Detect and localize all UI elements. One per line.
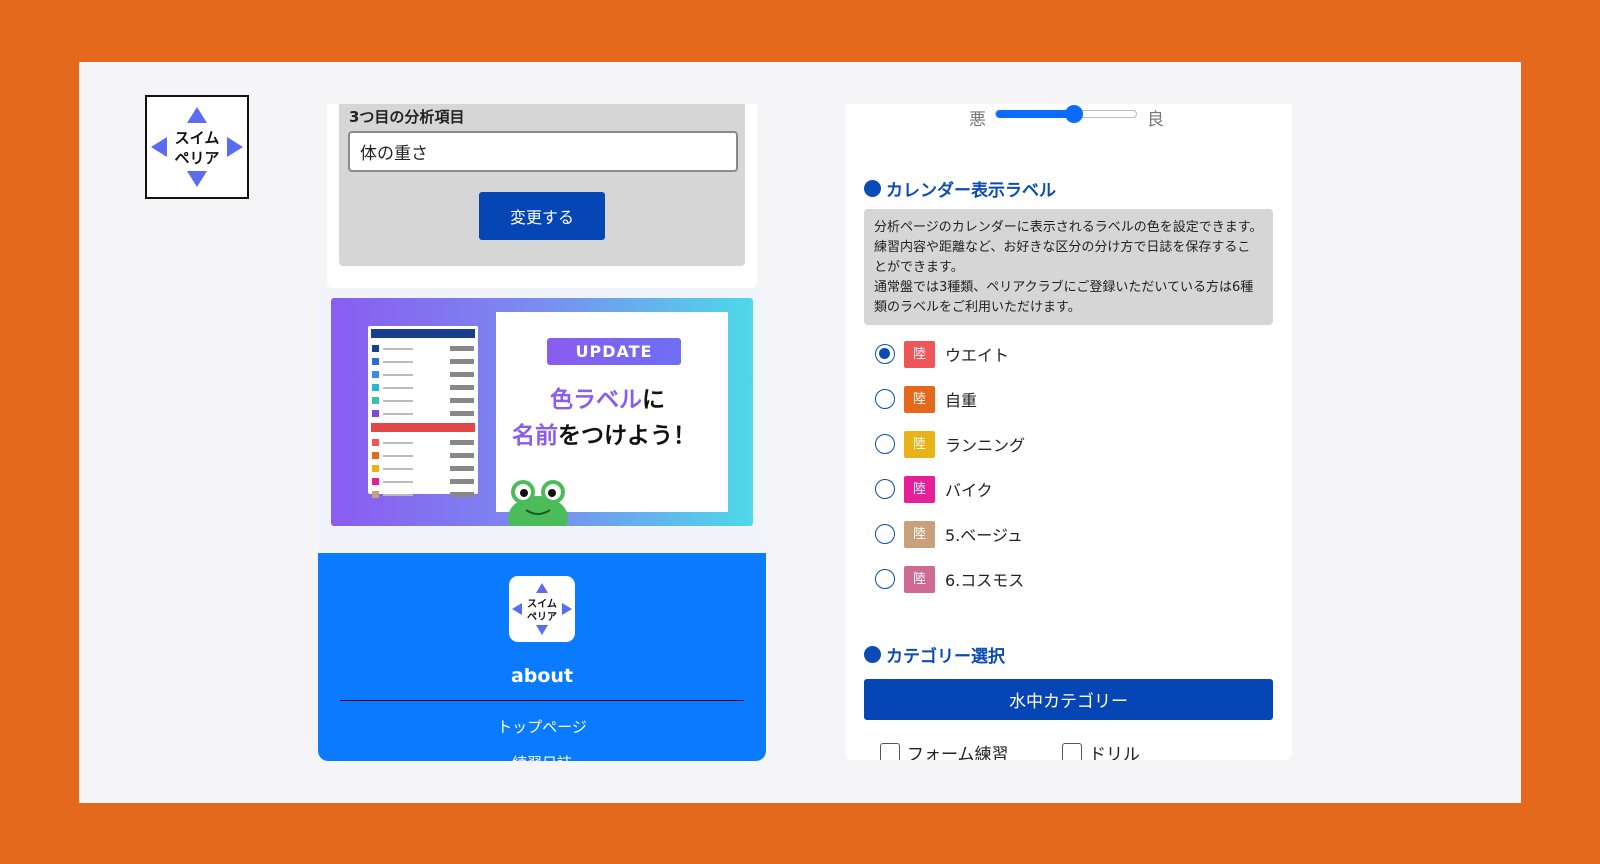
- checkbox-form-practice[interactable]: フォーム練習: [880, 740, 1009, 760]
- banner-label-list-image: [368, 326, 478, 498]
- frog-mascot-icon: [508, 480, 568, 526]
- label-name: ランニング: [945, 436, 1026, 455]
- banner-headline-1: 色ラベルに: [550, 387, 665, 413]
- change-button[interactable]: 変更する: [479, 192, 605, 240]
- footer-link-practice-log[interactable]: 練習日誌: [318, 752, 766, 761]
- settings-right-card: 悪 良 カレンダー表示ラベル 分析ページのカレンダーに表示されるラベルの色を設定…: [845, 104, 1292, 760]
- analysis-item-input[interactable]: [348, 131, 738, 172]
- footer-link-top-page[interactable]: トップページ: [318, 716, 766, 737]
- banner-area: UPDATE 色ラベルに 名前をつけよう！: [318, 288, 766, 553]
- calendar-label-description: 分析ページのカレンダーに表示されるラベルの色を設定できます。練習内容や距離など、…: [864, 209, 1273, 325]
- label-radio[interactable]: [875, 524, 895, 544]
- label-radio[interactable]: [875, 569, 895, 589]
- checkbox-drill[interactable]: ドリル: [1062, 740, 1140, 760]
- slider-good-label: 良: [1147, 110, 1164, 130]
- svg-text:スイム: スイム: [527, 598, 557, 610]
- bullet-dot-icon: [864, 646, 881, 663]
- slider-thumb[interactable]: [1065, 105, 1084, 123]
- site-footer: スイム ペリア about トップページ 練習日誌: [318, 553, 766, 761]
- checkbox-box[interactable]: [880, 742, 900, 760]
- page-frame: スイム ペリア 3つ目の分析項目 変更する: [79, 62, 1521, 803]
- label-name: バイク: [945, 481, 993, 500]
- label-color-chip: 陸: [904, 430, 935, 458]
- calendar-label-option[interactable]: 陸自重: [875, 384, 977, 414]
- category-heading: カテゴリー選択: [864, 642, 1005, 667]
- label-radio[interactable]: [875, 479, 895, 499]
- site-logo[interactable]: スイム ペリア: [145, 95, 249, 199]
- slider-track[interactable]: [995, 105, 1137, 123]
- calendar-label-option[interactable]: 陸バイク: [875, 474, 993, 504]
- footer-logo-mark: スイム ペリア: [512, 583, 572, 635]
- calendar-label-option[interactable]: 陸ウエイト: [875, 339, 1009, 369]
- checkbox-box[interactable]: [1062, 742, 1082, 760]
- label-radio[interactable]: [875, 344, 895, 364]
- footer-about-heading: about: [510, 665, 574, 687]
- label-color-chip: 陸: [904, 475, 935, 503]
- footer-logo[interactable]: スイム ペリア: [509, 576, 575, 642]
- label-color-chip: 陸: [904, 520, 935, 548]
- slider-bad-label: 悪: [969, 110, 986, 130]
- update-badge: UPDATE: [547, 338, 681, 365]
- analysis-item-panel: 3つ目の分析項目 変更する: [339, 104, 745, 266]
- banner-headline-2: 名前をつけよう！: [512, 423, 696, 449]
- label-radio[interactable]: [875, 434, 895, 454]
- slider-fill: [996, 110, 1075, 118]
- bullet-dot-icon: [864, 180, 881, 197]
- svg-text:ペリア: ペリア: [527, 611, 557, 623]
- logo-text-1: スイム: [175, 129, 220, 147]
- label-name: 5.ベージュ: [945, 526, 1023, 545]
- label-radio[interactable]: [875, 389, 895, 409]
- label-name: 6.コスモス: [945, 571, 1025, 590]
- left-column: 3つ目の分析項目 変更する: [318, 104, 766, 761]
- calendar-label-heading: カレンダー表示ラベル: [864, 176, 1056, 201]
- update-banner[interactable]: UPDATE 色ラベルに 名前をつけよう！: [331, 298, 753, 526]
- calendar-label-option[interactable]: 陸 6.コスモス: [875, 564, 1024, 594]
- analysis-item-label: 3つ目の分析項目: [349, 108, 465, 126]
- label-color-chip: 陸: [904, 385, 935, 413]
- calendar-label-option[interactable]: 陸ランニング: [875, 429, 1025, 459]
- logo-text-2: ペリア: [174, 149, 219, 167]
- footer-divider: [340, 700, 744, 701]
- label-color-chip: 陸: [904, 565, 935, 593]
- underwater-category-button[interactable]: 水中カテゴリー: [864, 679, 1273, 720]
- label-name: ウエイト: [945, 346, 1010, 365]
- analysis-settings-card: 3つ目の分析項目 変更する: [327, 104, 757, 288]
- label-color-chip: 陸: [904, 340, 935, 368]
- label-name: 自重: [945, 391, 978, 410]
- calendar-label-option[interactable]: 陸 5.ベージュ: [875, 519, 1023, 549]
- logo-mark: スイム ペリア: [151, 107, 243, 187]
